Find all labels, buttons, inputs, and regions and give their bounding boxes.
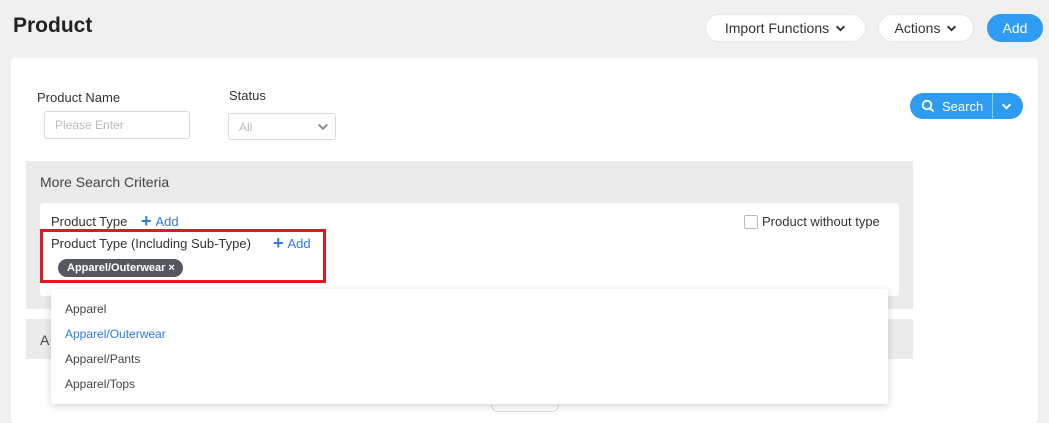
search-divider bbox=[992, 93, 994, 119]
search-icon bbox=[921, 99, 935, 113]
product-without-type-label: Product without type bbox=[762, 214, 880, 229]
product-type-label: Product Type bbox=[51, 214, 128, 229]
dropdown-item[interactable]: Apparel/Pants bbox=[65, 352, 140, 366]
product-type-add-link[interactable]: + Add bbox=[141, 211, 179, 231]
status-value: All bbox=[239, 119, 253, 134]
import-functions-label: Import Functions bbox=[724, 20, 830, 36]
highlight-box bbox=[40, 229, 326, 283]
add-button[interactable]: Add bbox=[987, 14, 1043, 42]
page-title: Product bbox=[13, 14, 93, 37]
product-without-type-checkbox[interactable] bbox=[744, 215, 758, 229]
dropdown-item[interactable]: Apparel/Tops bbox=[65, 377, 135, 391]
plus-icon: + bbox=[141, 211, 152, 231]
actions-label: Actions bbox=[894, 20, 941, 36]
dropdown-item-selected[interactable]: Apparel/Outerwear bbox=[65, 327, 166, 341]
status-select[interactable]: All bbox=[228, 113, 336, 140]
product-name-label: Product Name bbox=[37, 90, 121, 105]
dropdown-item[interactable]: Apparel bbox=[65, 302, 106, 316]
import-functions-button[interactable]: Import Functions bbox=[705, 14, 866, 42]
product-name-input[interactable]: Please Enter bbox=[44, 111, 190, 139]
status-label: Status bbox=[229, 88, 266, 103]
chevron-down-icon bbox=[318, 123, 328, 130]
more-search-criteria-title: More Search Criteria bbox=[40, 174, 170, 190]
type-dropdown: Apparel Apparel/Outerwear Apparel/Pants … bbox=[51, 289, 888, 404]
search-button[interactable]: Search bbox=[910, 93, 1023, 119]
chevron-down-icon bbox=[947, 25, 957, 32]
chevron-down-icon[interactable] bbox=[1001, 101, 1012, 112]
search-label: Search bbox=[942, 98, 984, 114]
chevron-down-icon bbox=[836, 25, 846, 32]
product-type-add-label: Add bbox=[155, 214, 179, 229]
actions-button[interactable]: Actions bbox=[878, 14, 974, 42]
secondary-criteria-title: A bbox=[40, 332, 50, 348]
product-name-placeholder: Please Enter bbox=[55, 118, 124, 132]
